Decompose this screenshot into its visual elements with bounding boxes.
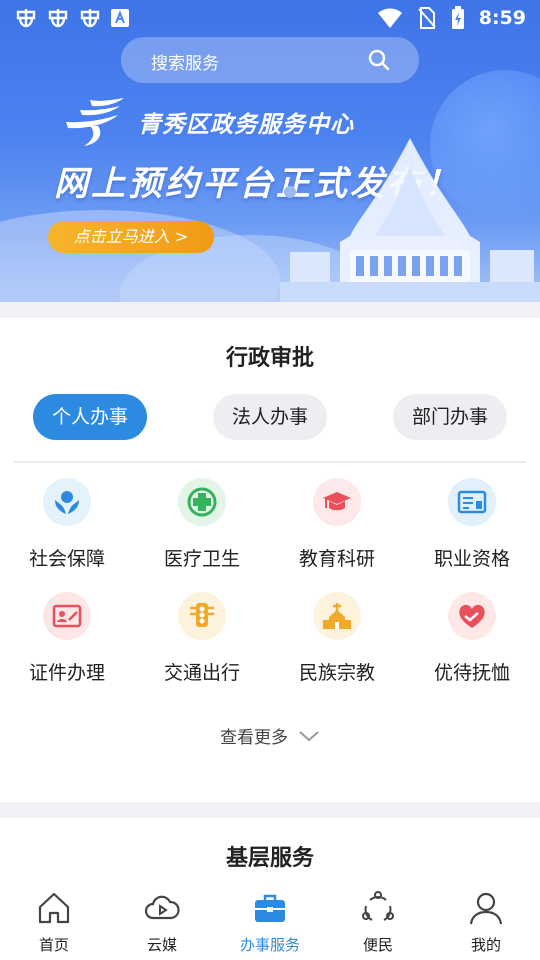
service-qualification[interactable]: 职业资格 xyxy=(407,476,537,586)
view-more-label: 查看更多 xyxy=(220,728,288,748)
user-icon xyxy=(469,892,503,925)
nav-services[interactable]: 办事服务 xyxy=(216,880,324,960)
approval-tabs: 个人办事 法人办事 部门办事 xyxy=(0,394,540,440)
nav-label: 我的 xyxy=(470,936,501,954)
tab-department[interactable]: 部门办事 xyxy=(393,394,507,440)
nav-cloud-media[interactable]: 云媒 xyxy=(108,880,216,960)
service-label: 优待抚恤 xyxy=(433,662,510,684)
home-icon xyxy=(38,892,70,924)
section-title: 基层服务 xyxy=(225,846,314,871)
id-card-icon xyxy=(43,592,91,640)
status-bar: 8:59 xyxy=(0,0,540,36)
enter-now-button[interactable]: 点击立马进入 > xyxy=(48,221,214,253)
bug-icon xyxy=(80,9,100,28)
service-label: 证件办理 xyxy=(28,662,105,684)
bottom-nav: 首页 云媒 办事服务 便民 我的 xyxy=(0,880,540,960)
admin-approval-panel: 行政审批 个人办事 法人办事 部门办事 社会保障 医疗卫生 教育科研 职业资格 … xyxy=(0,318,540,802)
font-app-icon xyxy=(111,9,129,27)
divider xyxy=(14,461,526,463)
nav-label: 首页 xyxy=(38,936,69,954)
cloud-play-icon xyxy=(144,895,180,920)
nav-convenience[interactable]: 便民 xyxy=(324,880,432,960)
service-label: 交通出行 xyxy=(163,662,240,684)
nav-mine[interactable]: 我的 xyxy=(432,880,540,960)
service-id-documents[interactable]: 证件办理 xyxy=(2,590,132,700)
building-illustration xyxy=(280,138,540,302)
graduation-cap-icon xyxy=(313,478,361,526)
search-placeholder: 搜索服务 xyxy=(151,54,219,74)
service-label: 医疗卫生 xyxy=(163,548,240,570)
chevron-down-icon xyxy=(299,730,319,741)
medical-cross-icon xyxy=(178,478,226,526)
nav-label: 办事服务 xyxy=(239,936,300,954)
tab-personal[interactable]: 个人办事 xyxy=(33,394,147,440)
service-ethnic-religion[interactable]: 民族宗教 xyxy=(272,590,402,700)
status-time: 8:59 xyxy=(478,7,526,29)
battery-icon xyxy=(451,6,464,29)
search-icon[interactable] xyxy=(367,48,391,72)
service-education[interactable]: 教育科研 xyxy=(272,476,402,586)
nav-home[interactable]: 首页 xyxy=(0,880,108,960)
traffic-light-icon xyxy=(178,592,226,640)
heart-hands-icon xyxy=(448,592,496,640)
service-transport[interactable]: 交通出行 xyxy=(137,590,267,700)
banner[interactable]: 8:59 搜索服务 青秀区政务服务中心 网上预约平台正式发布！ 点击立马进入 > xyxy=(0,0,540,302)
briefcase-icon xyxy=(255,894,285,922)
wifi-icon xyxy=(377,8,402,28)
social-security-icon xyxy=(43,478,91,526)
brand-logo-icon xyxy=(66,98,124,146)
church-icon xyxy=(313,592,361,640)
nav-label: 便民 xyxy=(362,936,393,954)
bug-icon xyxy=(48,9,68,28)
service-label: 职业资格 xyxy=(433,548,510,570)
service-social-security[interactable]: 社会保障 xyxy=(2,476,132,586)
nav-label: 云媒 xyxy=(146,936,177,954)
tab-corporate[interactable]: 法人办事 xyxy=(213,394,327,440)
bug-icon xyxy=(16,9,36,28)
no-sim-icon xyxy=(417,7,436,29)
service-medical[interactable]: 医疗卫生 xyxy=(137,476,267,586)
section-title: 行政审批 xyxy=(225,346,314,371)
certificate-icon xyxy=(448,478,496,526)
share-circle-icon xyxy=(362,891,394,921)
view-more-button[interactable]: 查看更多 xyxy=(0,723,540,748)
service-label: 教育科研 xyxy=(298,548,375,570)
service-label: 民族宗教 xyxy=(298,662,375,684)
service-label: 社会保障 xyxy=(28,548,105,570)
service-preferential-care[interactable]: 优待抚恤 xyxy=(407,590,537,700)
search-bar[interactable]: 搜索服务 xyxy=(121,37,419,83)
